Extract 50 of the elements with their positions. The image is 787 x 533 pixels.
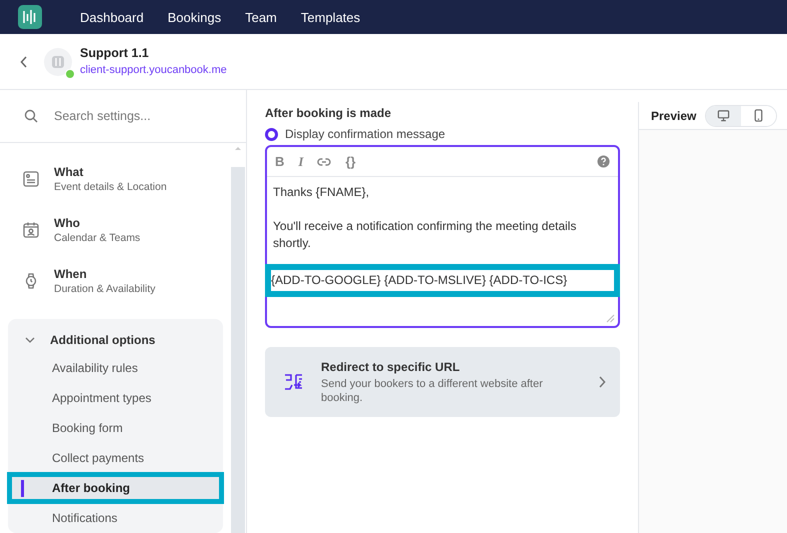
radio-option[interactable]: Display confirmation message: [265, 127, 620, 141]
italic-button[interactable]: I: [298, 154, 304, 170]
message-paragraph: You'll receive a notification confirming the meeting details shortly.: [272, 218, 578, 252]
page-title: Support 1.1: [80, 46, 150, 60]
phone-icon: [752, 109, 766, 122]
message-editor[interactable]: B I {} Thanks {FNAME}, You'll receive a notification confirming the meeting details shortly. {ADD-TO-GOOGLE} {ADD-TO-MSLIVE} {ADD-TO-ICS}: [265, 145, 620, 328]
help-icon[interactable]: [597, 155, 610, 168]
chevron-right-icon: [598, 376, 606, 388]
card-title: Redirect to specific URL: [321, 360, 461, 374]
redirect-card[interactable]: Redirect to specific URL Send your bookers to a different website after booking.: [265, 347, 620, 417]
monitor-icon: [717, 109, 730, 122]
calendar-person-icon: [22, 220, 40, 239]
preview-title: Preview: [651, 108, 696, 122]
sidebar-item[interactable]: Collect payments: [8, 442, 223, 473]
resize-handle-icon[interactable]: [606, 314, 615, 323]
message-paragraph: Thanks {FNAME},: [272, 184, 370, 201]
id-card-icon: [22, 170, 40, 188]
sidebar-item[interactable]: After booking: [8, 472, 223, 503]
settings-section[interactable]: When Duration & Availability: [0, 256, 231, 307]
sidebar-item[interactable]: Availability rules: [8, 352, 223, 383]
section-subtitle: Calendar & Teams: [54, 232, 140, 244]
section-subtitle: Event details & Location: [54, 180, 167, 193]
nav-link[interactable]: Dashboard: [80, 10, 144, 24]
nav-link[interactable]: Team: [245, 10, 277, 24]
message-paragraph: {ADD-TO-GOOGLE} {ADD-TO-MSLIVE} {ADD-TO-ICS}: [265, 264, 620, 297]
bars-icon: [51, 54, 65, 68]
bold-button[interactable]: B: [275, 154, 284, 169]
settings-section[interactable]: Who Calendar & Teams: [0, 204, 231, 256]
logo-icon: [18, 5, 42, 29]
section-heading: After booking is made: [265, 106, 392, 120]
group-header[interactable]: Additional options: [8, 326, 223, 353]
back-icon[interactable]: [20, 56, 28, 68]
sidebar-item[interactable]: Appointment types: [8, 382, 223, 413]
sidebar-item[interactable]: Booking form: [8, 412, 223, 443]
desktop-view-button[interactable]: [706, 106, 742, 126]
group-title: Additional options: [50, 332, 156, 347]
redirect-icon: [283, 371, 305, 393]
booking-link[interactable]: client-support.youcanbook.me: [80, 64, 227, 76]
nav-link[interactable]: Bookings: [168, 10, 222, 24]
variable-button[interactable]: {}: [345, 154, 356, 169]
card-description: Send your bookers to a different website after booking.: [321, 376, 544, 404]
sidebar-item[interactable]: Notifications: [8, 502, 223, 533]
settings-section[interactable]: What Event details & Location: [0, 153, 231, 204]
section-title: What: [54, 164, 84, 179]
nav-link[interactable]: Templates: [300, 10, 360, 24]
search-icon: [24, 109, 38, 123]
scrollbar-thumb[interactable]: [231, 167, 245, 533]
section-title: When: [54, 267, 88, 282]
section-subtitle: Duration & Availability: [54, 283, 156, 296]
section-title: Who: [54, 216, 81, 230]
